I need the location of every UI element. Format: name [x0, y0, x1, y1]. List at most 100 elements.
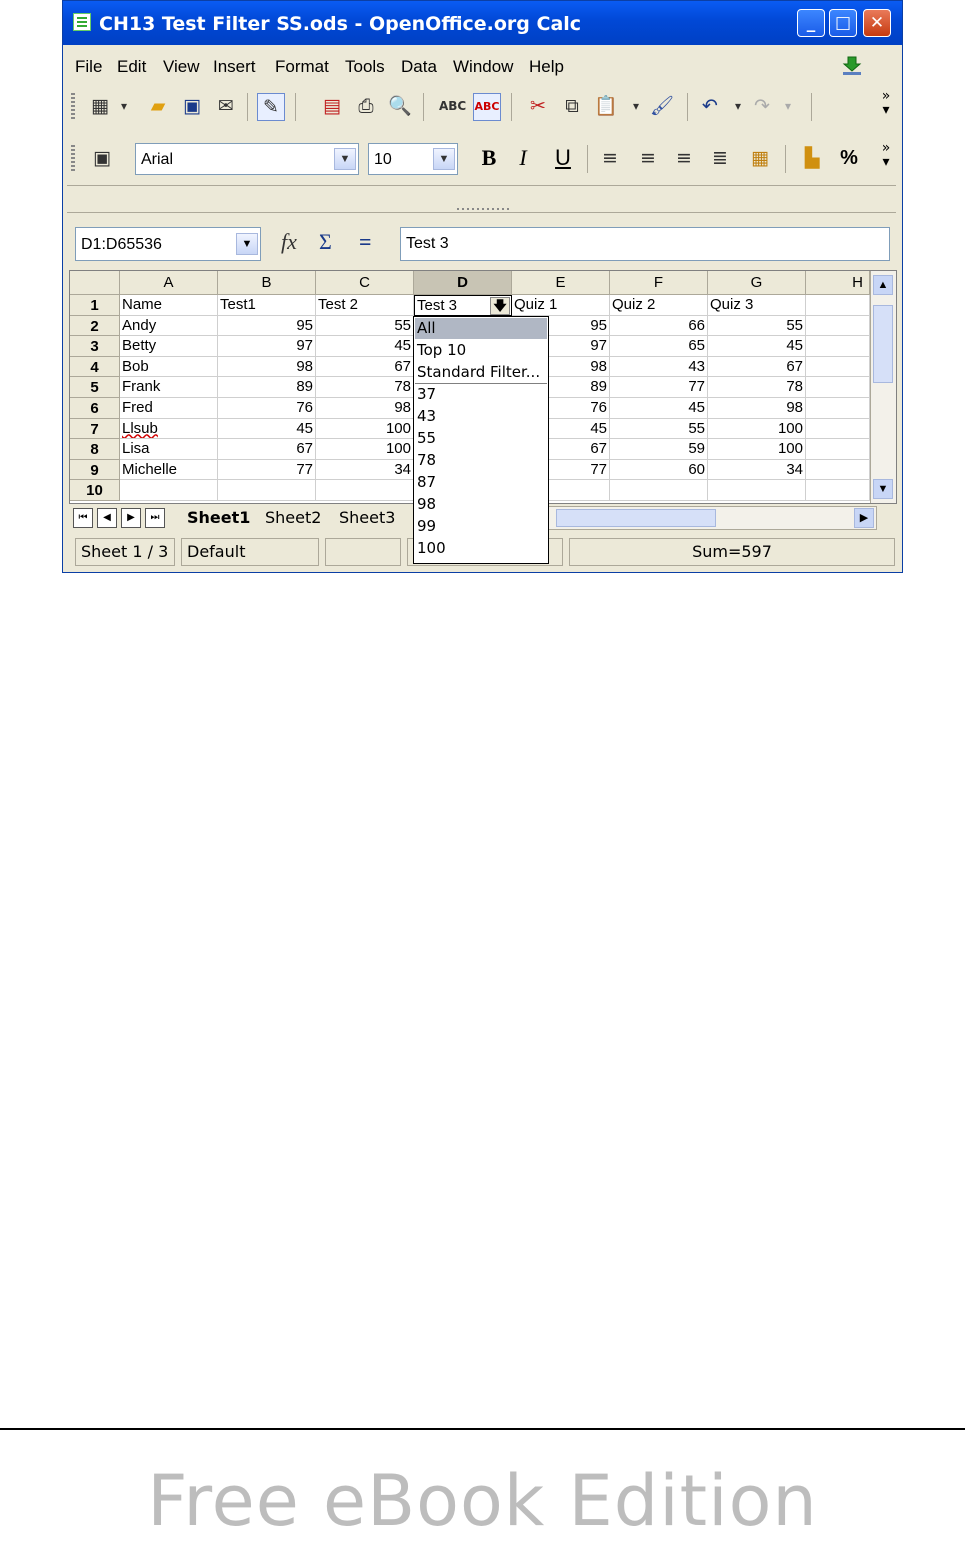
grid-cell[interactable] [806, 459, 870, 481]
chevron-down-icon[interactable]: ▼ [334, 148, 356, 170]
grid-cell[interactable]: 100 [708, 418, 806, 440]
grid-cell[interactable]: 55 [316, 315, 414, 337]
grid-cell[interactable]: 98 [316, 398, 414, 419]
grid-cell[interactable]: Quiz 2 [610, 295, 708, 316]
cut-icon[interactable]: ✂ [525, 93, 551, 119]
bold-button[interactable]: B [475, 143, 503, 173]
horizontal-scroll-thumb[interactable] [556, 509, 716, 527]
grid-cell[interactable] [708, 480, 806, 501]
menu-tools[interactable]: Tools [345, 57, 385, 77]
function-wizard-icon[interactable]: fx [281, 229, 297, 255]
grid-cell[interactable]: 45 [610, 398, 708, 419]
print-icon[interactable]: ⎙ [353, 93, 379, 119]
font-name-combo[interactable]: Arial ▼ [135, 143, 359, 175]
new-document-icon[interactable]: ▦ [87, 93, 113, 119]
grid-cell[interactable]: 67 [218, 439, 316, 460]
column-header-f[interactable]: F [610, 271, 708, 295]
menu-edit[interactable]: Edit [117, 57, 146, 77]
italic-button[interactable]: I [509, 143, 537, 173]
grid-cell[interactable]: Bob [120, 356, 218, 378]
grid-cell[interactable]: 59 [610, 439, 708, 460]
grid-cell[interactable]: Fred [120, 398, 218, 419]
grid-cell[interactable]: Name [120, 295, 218, 316]
grid-cell[interactable]: 100 [708, 439, 806, 460]
grid-cell[interactable]: 98 [218, 356, 316, 378]
grid-cell[interactable] [806, 398, 870, 419]
sum-icon[interactable]: Σ [319, 229, 332, 255]
grid-cell[interactable] [806, 480, 870, 501]
filter-option-all[interactable]: All [415, 318, 547, 339]
save-icon[interactable]: ▣ [179, 93, 205, 119]
grid-cell[interactable] [806, 336, 870, 357]
grid-cell[interactable] [806, 377, 870, 398]
title-bar[interactable]: CH13 Test Filter SS.ods - OpenOffice.org… [63, 1, 902, 45]
grid-cell[interactable]: 45 [218, 418, 316, 440]
row-header[interactable]: 5 [70, 377, 120, 398]
toolbar-grip[interactable] [71, 93, 75, 121]
styles-formatting-icon[interactable]: ▣ [89, 145, 115, 171]
minimize-button[interactable]: _ [797, 9, 825, 37]
filter-option-value[interactable]: 98 [415, 494, 547, 515]
grid-cell[interactable] [316, 480, 414, 501]
toolbar-splitter[interactable] [67, 185, 896, 213]
grid-cell[interactable]: 34 [708, 459, 806, 481]
grid-cell[interactable]: 60 [610, 459, 708, 481]
column-header-e[interactable]: E [512, 271, 610, 295]
column-header-a[interactable]: A [120, 271, 218, 295]
spellcheck-icon[interactable]: ABC [439, 93, 466, 119]
email-icon[interactable]: ✉ [213, 93, 239, 119]
grid-cell[interactable]: 100 [316, 418, 414, 440]
filter-option-value[interactable]: 37 [415, 384, 547, 405]
grid-cell[interactable] [120, 480, 218, 501]
grid-cell[interactable]: Quiz 1 [512, 295, 610, 316]
menu-insert[interactable]: Insert [213, 57, 256, 77]
scroll-up-icon[interactable]: ▲ [873, 275, 893, 295]
download-update-icon[interactable] [841, 56, 863, 76]
undo-dropdown-arrow-icon[interactable]: ▾ [725, 93, 751, 119]
filter-option-value[interactable]: 99 [415, 516, 547, 537]
align-center-icon[interactable]: ≡ [635, 145, 661, 171]
export-pdf-icon[interactable]: ▤ [319, 93, 345, 119]
grid-cell[interactable]: Test 2 [316, 295, 414, 316]
grid-cell[interactable]: 98 [708, 398, 806, 419]
grid-cell[interactable]: 65 [610, 336, 708, 357]
grid-cell[interactable]: Michelle [120, 459, 218, 481]
clone-formatting-icon[interactable]: 🖌 [649, 93, 675, 119]
grid-cell[interactable]: Test1 [218, 295, 316, 316]
grid-cell[interactable]: 100 [316, 439, 414, 460]
grid-cell[interactable]: 77 [218, 459, 316, 481]
row-header[interactable]: 7 [70, 418, 120, 440]
undo-icon[interactable]: ↶ [697, 93, 723, 119]
row-header[interactable]: 8 [70, 439, 120, 460]
grid-cell[interactable] [806, 315, 870, 337]
percent-format-button[interactable]: % [835, 143, 863, 173]
menu-view[interactable]: View [163, 57, 200, 77]
row-header[interactable]: 4 [70, 356, 120, 378]
close-button[interactable]: ✕ [863, 9, 891, 37]
menu-data[interactable]: Data [401, 57, 437, 77]
chevron-down-icon[interactable]: ▼ [236, 233, 258, 255]
filter-option-value[interactable]: 78 [415, 450, 547, 471]
grid-cell[interactable]: Llsub [120, 418, 218, 440]
filter-option-top10[interactable]: Top 10 [415, 340, 547, 361]
chevron-down-icon[interactable]: ▼ [433, 148, 455, 170]
grid-cell[interactable] [806, 439, 870, 460]
toolbar-overflow-icon[interactable]: » ▾ [879, 89, 893, 129]
filter-option-value[interactable]: 87 [415, 472, 547, 493]
column-header-b[interactable]: B [218, 271, 316, 295]
select-all-corner[interactable] [70, 271, 120, 295]
menu-file[interactable]: File [75, 57, 102, 77]
horizontal-scrollbar[interactable]: ▶ [547, 506, 877, 530]
filter-option-value[interactable]: 55 [415, 428, 547, 449]
last-sheet-icon[interactable]: ⏭ [145, 508, 165, 528]
grid-cell[interactable]: 76 [218, 398, 316, 419]
sheet-tab-sheet2[interactable]: Sheet2 [265, 506, 321, 530]
paste-dropdown-arrow-icon[interactable]: ▾ [623, 93, 649, 119]
menu-window[interactable]: Window [453, 57, 513, 77]
justify-icon[interactable]: ≣ [707, 145, 733, 171]
underline-button[interactable]: U [549, 143, 577, 173]
filter-option-value[interactable]: 43 [415, 406, 547, 427]
row-header[interactable]: 10 [70, 480, 120, 501]
grid-cell[interactable]: 97 [218, 336, 316, 357]
open-folder-icon[interactable]: ▰ [145, 93, 171, 119]
